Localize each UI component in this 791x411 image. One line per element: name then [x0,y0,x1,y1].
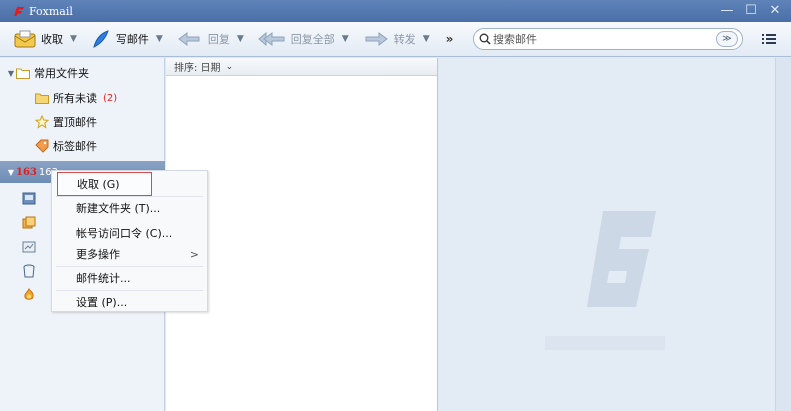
sidebar-item-label: 置顶邮件 [53,116,97,129]
chevron-down-icon[interactable]: ⌄ [226,62,234,72]
foxmail-watermark-icon [587,211,656,307]
more-toolbar-button[interactable]: » [446,32,454,46]
search-options-button[interactable]: ≫ [716,31,738,47]
account-badge: 163 [16,166,37,178]
compose-label: 写邮件 [115,33,149,46]
forward-label: 转发 [393,33,416,46]
receive-dropdown-icon[interactable]: ▼ [70,34,77,44]
expand-arrow-icon[interactable]: ▼ [6,69,16,78]
folder-icon [35,93,49,104]
reply-all-icon [257,31,285,47]
preview-pane [439,58,775,411]
inbox-icon[interactable] [22,192,36,205]
sidebar-item-label: 标签邮件 [53,140,97,153]
toolbar: 收取 ▼ 写邮件 ▼ 回复 ▼ 回复全部 ▼ 转发 ▼ » 搜索邮件 ≫ [0,22,791,57]
reply-icon [178,32,200,46]
sidebar-item-starred[interactable]: 置顶邮件 [0,111,165,133]
submenu-arrow-icon: > [189,247,199,261]
sidebar-item-label: 所有未读 [53,92,97,105]
receive-button[interactable]: 收取 ▼ [14,27,77,51]
minimize-icon[interactable]: — [719,2,735,18]
sidebar-item-all-unread[interactable]: 所有未读 (2) [0,87,165,109]
expand-arrow-icon[interactable]: ▼ [6,168,16,177]
common-folder-label: 常用文件夹 [34,67,89,80]
forward-icon [365,32,388,46]
star-icon [35,115,49,129]
receive-icon [14,30,36,48]
account-context-menu: 收取 (G) 新建文件夹 (T)... 帐号访问口令 (C)... 更多操作 >… [51,170,208,312]
receive-label: 收取 [41,33,63,46]
reply-button[interactable]: 回复 ▼ [177,27,244,51]
reply-all-button[interactable]: 回复全部 ▼ [257,27,349,51]
compose-icon [93,30,109,48]
drafts-icon[interactable] [22,216,36,230]
unread-count-badge: (2) [103,92,118,104]
spam-icon[interactable] [22,288,36,302]
compose-dropdown-icon[interactable]: ▼ [156,34,163,44]
app-title: Foxmail [29,4,73,18]
title-bar: Foxmail — ☐ ✕ [0,0,791,22]
reply-all-label: 回复全部 [290,33,335,46]
sort-bar[interactable]: 排序: 日期 ⌄ [166,58,437,76]
sort-label: 排序: 日期 [174,63,221,74]
watermark-caption-bar [545,336,665,350]
trash-icon[interactable] [22,264,36,278]
search-box: ≫ [473,28,743,50]
sent-icon[interactable] [22,241,36,253]
sidebar-item-tagged[interactable]: 标签邮件 [0,135,165,157]
search-input[interactable] [493,32,723,46]
menu-item-label: 更多操作 [76,248,120,261]
reply-dropdown-icon[interactable]: ▼ [237,34,244,44]
forward-dropdown-icon[interactable]: ▼ [423,34,430,44]
menu-item-new-folder[interactable]: 新建文件夹 (T)... [52,196,207,220]
forward-button[interactable]: 转发 ▼ [363,27,430,51]
maximize-icon[interactable]: ☐ [743,2,759,18]
tag-icon [35,139,49,153]
reply-all-dropdown-icon[interactable]: ▼ [342,34,349,44]
menu-item-settings[interactable]: 设置 (P)... [52,290,207,314]
menu-item-more-actions[interactable]: 更多操作 > [52,242,207,266]
close-icon[interactable]: ✕ [767,2,783,18]
search-icon [479,33,491,45]
right-edge-strip [775,58,791,411]
menu-item-mail-stats[interactable]: 邮件统计... [52,266,207,290]
common-folder-group[interactable]: ▼ 常用文件夹 [0,62,165,84]
compose-button[interactable]: 写邮件 ▼ [91,27,163,51]
reply-label: 回复 [207,33,230,46]
folder-icon [16,68,30,79]
menu-item-receive[interactable]: 收取 (G) [57,172,152,196]
foxmail-logo-icon [14,7,24,16]
menu-icon[interactable] [762,32,776,46]
